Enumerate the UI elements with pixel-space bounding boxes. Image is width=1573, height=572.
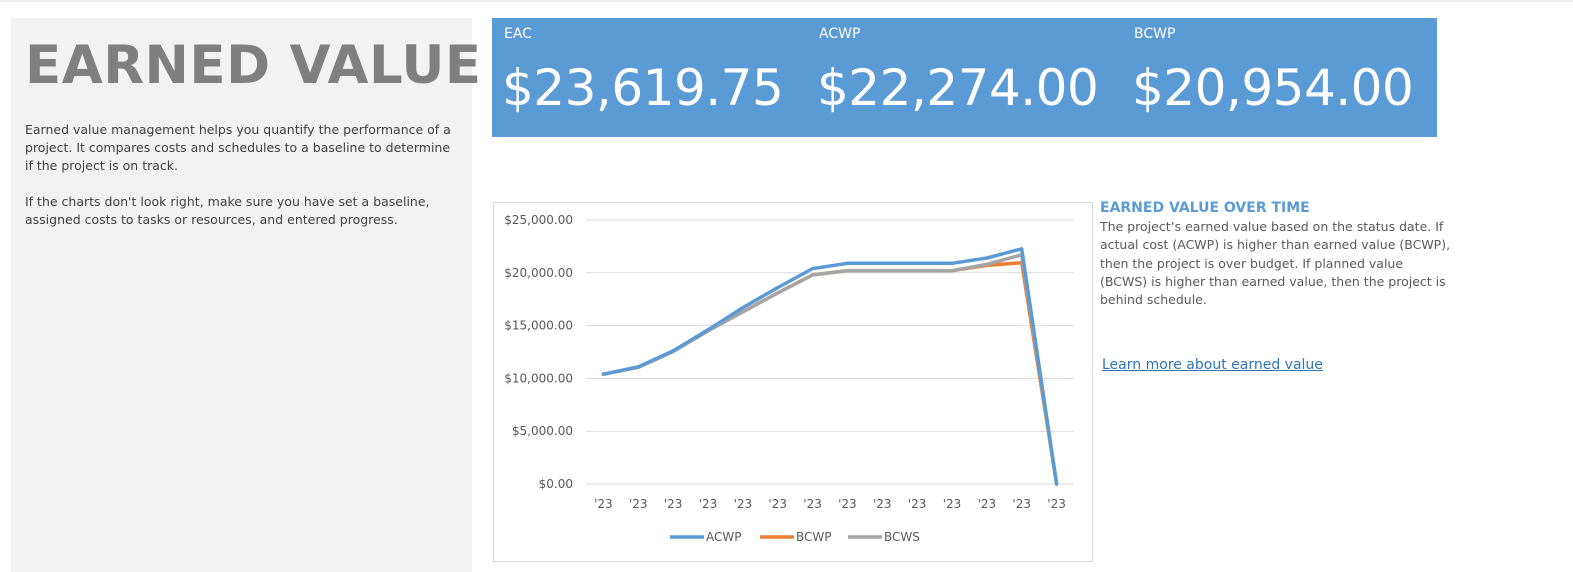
intro-description: Earned value management helps you quanti… xyxy=(25,121,455,247)
x-tick-label: '23 xyxy=(594,497,613,511)
kpi-acwp-value: $22,274.00 xyxy=(817,59,1099,117)
x-tick-label: '23 xyxy=(838,497,857,511)
top-rule xyxy=(0,0,1573,2)
x-tick-label: '23 xyxy=(768,497,787,511)
kpi-bcwp-label: BCWP xyxy=(1134,26,1176,42)
x-tick-label: '23 xyxy=(873,497,892,511)
legend-label-bcws: BCWS xyxy=(884,530,920,544)
learn-more-link[interactable]: Learn more about earned value xyxy=(1102,357,1323,373)
x-tick-label: '23 xyxy=(1047,497,1066,511)
x-tick-label: '23 xyxy=(734,497,753,511)
intro-paragraph-1: Earned value management helps you quanti… xyxy=(25,122,451,173)
kpi-acwp-label: ACWP xyxy=(819,26,861,42)
page-title: EARNED VALUE xyxy=(25,35,482,96)
kpi-banner: EAC $23,619.75 ACWP $22,274.00 BCWP $20,… xyxy=(492,18,1437,137)
earned-value-chart[interactable]: $0.00 $5,000.00 $10,000.00 $15,000.00 $20,00… xyxy=(493,202,1093,562)
x-tick-label: '23 xyxy=(978,497,997,511)
series-line-bcwp xyxy=(601,260,1059,486)
x-tick-label: '23 xyxy=(803,497,822,511)
legend-label-acwp: ACWP xyxy=(706,530,741,544)
legend-label-bcwp: BCWP xyxy=(796,530,832,544)
chart-info-description: The project’s earned value based on the … xyxy=(1100,219,1451,308)
kpi-eac-label: EAC xyxy=(504,26,532,42)
intro-panel: EARNED VALUE Earned value management hel… xyxy=(11,18,481,572)
y-tick-label: $15,000.00 xyxy=(504,319,573,333)
kpi-bcwp-value: $20,954.00 xyxy=(1132,59,1414,117)
x-tick-label: '23 xyxy=(908,497,927,511)
y-tick-label: $20,000.00 xyxy=(504,266,573,280)
chart-canvas: $0.00 $5,000.00 $10,000.00 $15,000.00 $20,00… xyxy=(504,213,1074,544)
y-tick-label: $5,000.00 xyxy=(512,424,573,438)
y-tick-label: $10,000.00 xyxy=(504,371,573,385)
x-tick-label: '23 xyxy=(943,497,962,511)
y-tick-label: $25,000.00 xyxy=(504,213,573,227)
x-tick-label: '23 xyxy=(1012,497,1031,511)
x-tick-label: '23 xyxy=(699,497,718,511)
kpi-eac-value: $23,619.75 xyxy=(502,59,784,117)
series-line-acwp xyxy=(601,247,1059,486)
chart-info-panel: EARNED VALUE OVER TIME The project’s ear… xyxy=(1100,198,1460,373)
intro-paragraph-2: If the charts don't look right, make sur… xyxy=(25,194,430,227)
x-tick-label: '23 xyxy=(664,497,683,511)
x-tick-label: '23 xyxy=(629,497,648,511)
series-line-bcws xyxy=(601,253,1059,486)
chart-info-title: EARNED VALUE OVER TIME xyxy=(1100,200,1310,216)
y-tick-label: $0.00 xyxy=(539,477,573,491)
